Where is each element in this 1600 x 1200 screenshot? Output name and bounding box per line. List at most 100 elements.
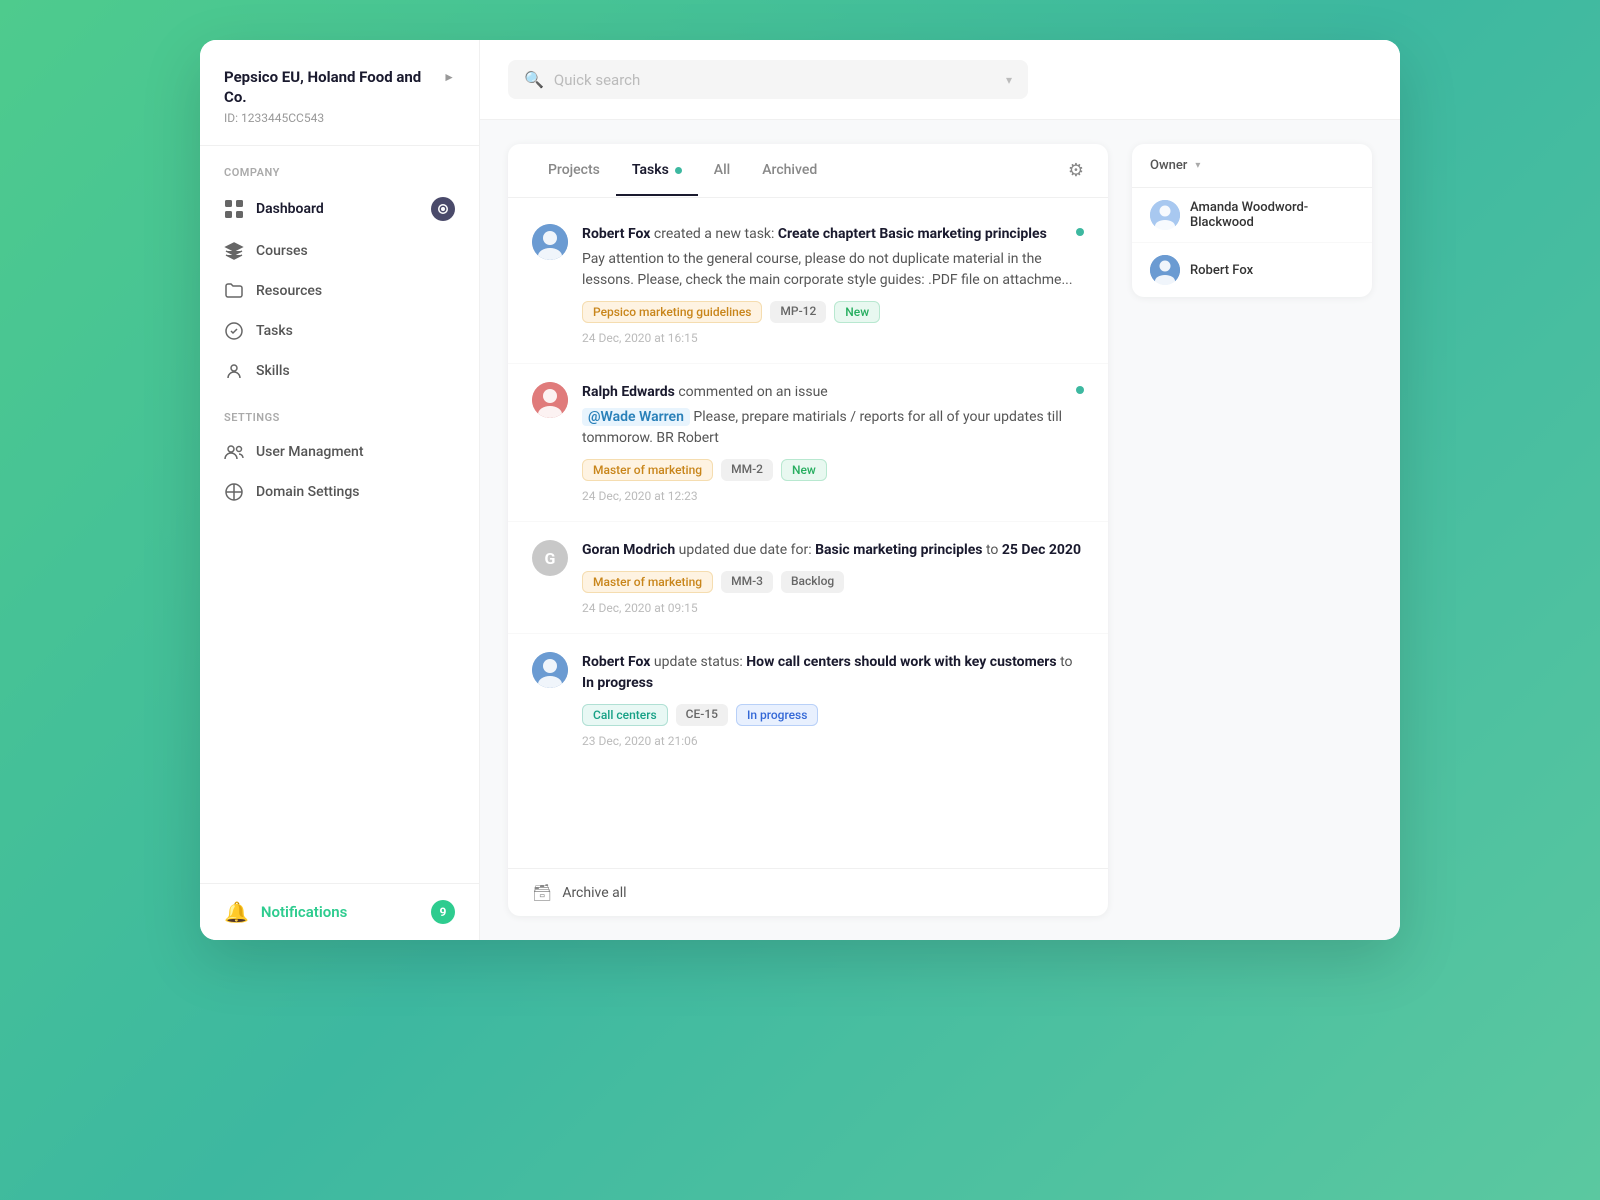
- sidebar-item-courses[interactable]: Courses: [200, 231, 479, 271]
- folder-icon: [224, 281, 244, 301]
- notifications-icon: 🔔: [224, 900, 249, 924]
- activity-list: Robert Fox created a new task: Create ch…: [508, 198, 1108, 868]
- settings-section-label: Settings: [200, 391, 479, 432]
- avatar: [532, 652, 568, 688]
- dashboard-badge: [431, 197, 455, 221]
- search-dropdown-arrow: ▾: [1006, 73, 1012, 87]
- activity-highlight: Basic marketing principles: [815, 542, 982, 558]
- archive-icon: 🗃: [532, 883, 552, 902]
- grid-icon: [224, 199, 244, 219]
- tag: CE-15: [676, 704, 728, 726]
- notifications-item[interactable]: 🔔 Notifications 9: [224, 900, 455, 924]
- activity-body: Robert Fox update status: How call cente…: [582, 652, 1084, 748]
- activity-user: Ralph Edwards: [582, 384, 675, 400]
- settings-icon[interactable]: ⚙: [1068, 144, 1084, 197]
- sidebar-item-tasks[interactable]: Tasks: [200, 311, 479, 351]
- domain-icon: [224, 482, 244, 502]
- sidebar-footer: 🔔 Notifications 9: [200, 883, 479, 940]
- activity-tags: Pepsico marketing guidelines MP-12 New: [582, 301, 1084, 323]
- tab-archived[interactable]: Archived: [746, 146, 833, 196]
- activity-user: Robert Fox: [582, 226, 650, 242]
- company-name: Pepsico EU, Holand Food and Co. ►: [224, 68, 455, 107]
- tab-all[interactable]: All: [698, 146, 746, 196]
- owner-avatar: [1150, 200, 1180, 230]
- avatar: [532, 224, 568, 260]
- company-chevron-icon[interactable]: ►: [443, 70, 455, 86]
- activity-item: Robert Fox created a new task: Create ch…: [508, 206, 1108, 364]
- content-area: Projects Tasks All Archived ⚙: [480, 120, 1400, 940]
- owner-label: Owner: [1150, 158, 1187, 173]
- mention-tag: @Wade Warren: [582, 408, 690, 426]
- activity-highlight: Create chaptert Basic marketing principl…: [778, 226, 1047, 242]
- tag: Master of marketing: [582, 459, 713, 481]
- sidebar-item-resources[interactable]: Resources: [200, 271, 479, 311]
- tasks-icon: [224, 321, 244, 341]
- archive-all-label: Archive all: [562, 885, 626, 901]
- activity-tags: Master of marketing MM-2 New: [582, 459, 1084, 481]
- activity-body: Robert Fox created a new task: Create ch…: [582, 224, 1084, 345]
- owner-item: Robert Fox: [1132, 243, 1372, 297]
- tag: Call centers: [582, 704, 668, 726]
- activity-panel: Projects Tasks All Archived ⚙: [508, 144, 1108, 916]
- activity-text: Robert Fox created a new task: Create ch…: [582, 224, 1084, 245]
- company-id: ID: 1233445CC543: [224, 111, 455, 125]
- tag: New: [781, 459, 827, 481]
- activity-status: In progress: [582, 675, 653, 691]
- avatar: [532, 382, 568, 418]
- right-panel: Owner ▾ Amanda Woodword-Blackwood Robe: [1132, 144, 1372, 916]
- tab-projects[interactable]: Projects: [532, 146, 616, 196]
- sidebar-item-tasks-label: Tasks: [256, 323, 293, 339]
- search-placeholder: Quick search: [554, 71, 996, 89]
- activity-tags: Call centers CE-15 In progress: [582, 704, 1084, 726]
- sidebar-item-resources-label: Resources: [256, 283, 322, 299]
- activity-body: Goran Modrich updated due date for: Basi…: [582, 540, 1084, 615]
- activity-item: G Goran Modrich updated due date for: Ba…: [508, 522, 1108, 634]
- sidebar-item-user-management[interactable]: User Managment: [200, 432, 479, 472]
- app-container: Pepsico EU, Holand Food and Co. ► ID: 12…: [200, 40, 1400, 940]
- sidebar-item-domain-settings[interactable]: Domain Settings: [200, 472, 479, 512]
- activity-user: Robert Fox: [582, 654, 650, 670]
- skills-icon: [224, 361, 244, 381]
- activity-item: Robert Fox update status: How call cente…: [508, 634, 1108, 766]
- owner-header: Owner ▾: [1132, 144, 1372, 188]
- tag: Master of marketing: [582, 571, 713, 593]
- activity-text: Robert Fox update status: How call cente…: [582, 652, 1084, 694]
- tag: MM-3: [721, 571, 773, 593]
- activity-tags: Master of marketing MM-3 Backlog: [582, 571, 1084, 593]
- activity-user: Goran Modrich: [582, 542, 675, 558]
- people-icon: [224, 442, 244, 462]
- company-section-label: Company: [200, 146, 479, 187]
- unread-dot: [1076, 228, 1084, 236]
- notifications-label: Notifications: [261, 903, 347, 921]
- activity-text: Ralph Edwards commented on an issue: [582, 382, 1084, 403]
- activity-highlight: How call centers should work with key cu…: [746, 654, 1056, 670]
- activity-text: Goran Modrich updated due date for: Basi…: [582, 540, 1084, 561]
- activity-time: 24 Dec, 2020 at 09:15: [582, 601, 1084, 615]
- tag: Pepsico marketing guidelines: [582, 301, 762, 323]
- tab-tasks[interactable]: Tasks: [616, 146, 698, 196]
- owner-name: Robert Fox: [1190, 263, 1253, 278]
- tag: New: [834, 301, 880, 323]
- top-bar: 🔍 Quick search ▾: [480, 40, 1400, 120]
- layers-icon: [224, 241, 244, 261]
- activity-time: 24 Dec, 2020 at 16:15: [582, 331, 1084, 345]
- owner-dropdown-icon[interactable]: ▾: [1195, 160, 1200, 171]
- sidebar-item-dashboard-label: Dashboard: [256, 201, 324, 217]
- notifications-badge: 9: [431, 900, 455, 924]
- sidebar-item-dashboard[interactable]: Dashboard: [200, 187, 479, 231]
- activity-description: Pay attention to the general course, ple…: [582, 249, 1084, 291]
- search-icon: 🔍: [524, 70, 544, 89]
- sidebar-header: Pepsico EU, Holand Food and Co. ► ID: 12…: [200, 40, 479, 146]
- sidebar: Pepsico EU, Holand Food and Co. ► ID: 12…: [200, 40, 480, 940]
- sidebar-item-user-management-label: User Managment: [256, 444, 364, 460]
- activity-date: 25 Dec 2020: [1002, 542, 1081, 558]
- owner-item: Amanda Woodword-Blackwood: [1132, 188, 1372, 243]
- activity-time: 23 Dec, 2020 at 21:06: [582, 734, 1084, 748]
- sidebar-item-domain-settings-label: Domain Settings: [256, 484, 359, 500]
- owner-name: Amanda Woodword-Blackwood: [1190, 200, 1354, 230]
- search-bar[interactable]: 🔍 Quick search ▾: [508, 60, 1028, 99]
- sidebar-item-skills[interactable]: Skills: [200, 351, 479, 391]
- archive-all-button[interactable]: 🗃 Archive all: [508, 868, 1108, 916]
- activity-body: Ralph Edwards commented on an issue @Wad…: [582, 382, 1084, 503]
- owner-card: Owner ▾ Amanda Woodword-Blackwood Robe: [1132, 144, 1372, 297]
